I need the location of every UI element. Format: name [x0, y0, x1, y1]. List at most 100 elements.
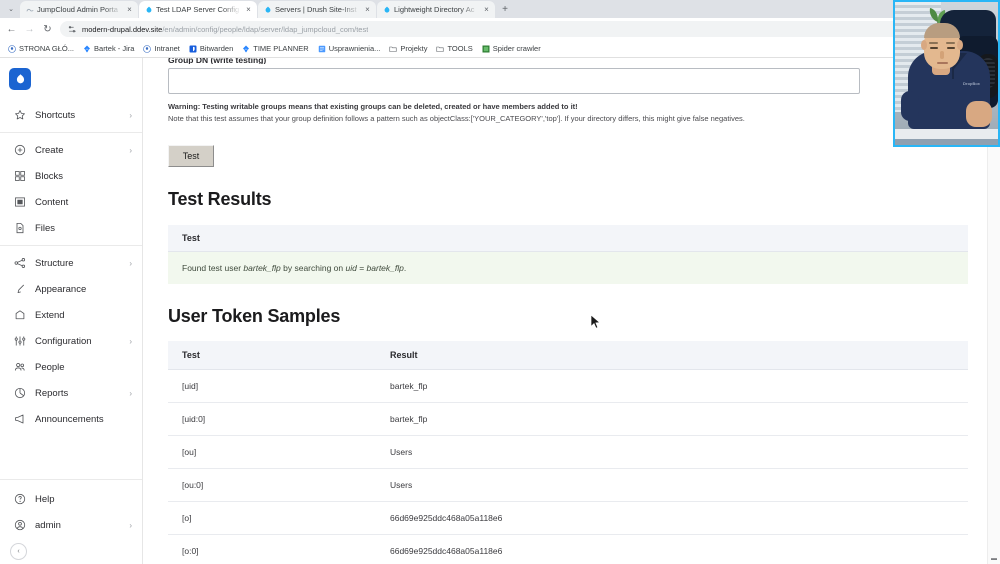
table-row: [uid] bartek_flp — [168, 369, 968, 403]
paintbrush-icon — [17, 284, 25, 294]
sidebar-item-files[interactable]: Files — [0, 215, 142, 241]
drupal-favicon — [146, 6, 152, 13]
tab-title: Servers | Drush Site-Inst — [275, 5, 357, 14]
main-content: Group DN (write testing) Warning: Testin… — [143, 58, 1000, 564]
sidebar-item-appearance[interactable]: Appearance — [0, 276, 142, 302]
test-submit-button[interactable]: Test — [168, 145, 214, 167]
bookmark-time-planner[interactable]: TIME PLANNER — [238, 43, 312, 54]
sidebar-item-reports[interactable]: Reports › — [0, 380, 142, 406]
structure-icon — [14, 258, 26, 268]
sidebar-item-create[interactable]: Create › — [0, 137, 142, 163]
new-tab-button[interactable]: + — [496, 1, 514, 18]
sidebar-item-shortcuts[interactable]: Shortcuts › — [0, 102, 142, 128]
star-icon — [15, 110, 25, 120]
browser-tab-servers-drush[interactable]: Servers | Drush Site-Inst × — [258, 1, 376, 18]
table-head: Test Result — [168, 341, 968, 370]
bookmark-intranet[interactable]: Intranet — [139, 43, 183, 54]
group-dn-input[interactable] — [168, 68, 860, 94]
table-body: [uid] bartek_flp [uid:0] bartek_flp [ou]… — [168, 369, 968, 564]
scrollbar-down-arrow[interactable]: ▬ — [991, 556, 997, 562]
browser-tab-lightweight-directory[interactable]: Lightweight Directory Ac × — [377, 1, 495, 18]
tab-search-icon[interactable]: ⌄ — [2, 0, 20, 18]
table-row: [o] 66d69e925ddc468a05a118e6 — [168, 501, 968, 535]
sidebar-item-announcements[interactable]: Announcements — [0, 406, 142, 432]
token-result-cell: 66d69e925ddc468a05a118e6 — [376, 534, 968, 564]
desk-edge — [895, 139, 998, 145]
bookmark-label: TOOLS — [447, 44, 473, 53]
sidebar-item-label: Appearance — [35, 283, 87, 295]
result-user: bartek_flp — [243, 263, 281, 273]
sidebar-item-people[interactable]: People — [0, 354, 142, 380]
sidebar-item-label: People — [35, 361, 65, 373]
bookmark-spider-crawler[interactable]: Spider crawler — [478, 43, 545, 54]
address-bar[interactable]: modern-drupal.ddev.site/en/admin/config/… — [60, 21, 914, 37]
sidebar-item-label: Structure — [35, 257, 74, 269]
forward-icon[interactable]: → — [24, 24, 35, 35]
drupal-logo[interactable] — [9, 68, 31, 90]
tab-close-icon[interactable]: × — [125, 5, 134, 14]
result-text-middle: by searching on — [280, 263, 346, 273]
token-test-cell: [uid] — [168, 369, 376, 403]
mouse-cursor — [590, 314, 601, 329]
chevron-right-icon: › — [129, 520, 132, 530]
result-value: bartek_flp — [366, 263, 404, 273]
token-result-cell: Users — [376, 435, 968, 469]
megaphone-icon — [15, 414, 24, 424]
bookmark-label: Projekty — [400, 44, 428, 53]
people-icon — [14, 362, 25, 371]
browser-tab-jumpcloud[interactable]: JumpCloud Admin Porta × — [20, 1, 138, 18]
green-square-icon — [482, 45, 490, 52]
person-left-arm — [901, 91, 919, 121]
reload-icon[interactable]: ↻ — [42, 24, 53, 35]
extend-icon — [15, 310, 25, 320]
tab-close-icon[interactable]: × — [363, 5, 372, 14]
group-dn-label: Group DN (write testing) — [168, 58, 267, 64]
result-text-before: Found test user — [182, 263, 244, 273]
sidebar-item-label: Announcements — [35, 413, 104, 425]
token-result-cell: bartek_flp — [376, 402, 968, 436]
token-test-cell: [o] — [168, 501, 376, 535]
admin-sidebar: Shortcuts › Create › Blocks Content File… — [0, 58, 143, 564]
sidebar-item-extend[interactable]: Extend — [0, 302, 142, 328]
jumpcloud-favicon — [26, 8, 34, 11]
tab-close-icon[interactable]: × — [482, 5, 491, 14]
jira-icon — [243, 45, 250, 52]
sidebar-group-admin: Structure › Appearance Extend Configurat… — [0, 245, 142, 436]
files-icon — [16, 222, 24, 234]
sidebar-item-label: Blocks — [35, 170, 63, 182]
sidebar-item-structure[interactable]: Structure › — [0, 250, 142, 276]
browser-tab-test-ldap-server-config[interactable]: Test LDAP Server Config × — [139, 1, 257, 18]
bookmark-label: TIME PLANNER — [253, 44, 309, 53]
bookmark-label: Intranet — [154, 44, 180, 53]
tab-strip: ⌄ JumpCloud Admin Porta × Test LDAP Serv… — [0, 0, 1000, 18]
content-icon — [15, 197, 25, 207]
bookmark-projekty[interactable]: Projekty — [385, 43, 431, 54]
bookmark-bartek-jira[interactable]: Bartek - Jira — [79, 43, 138, 54]
tab-close-icon[interactable]: × — [244, 5, 253, 14]
sidebar-item-content[interactable]: Content — [0, 189, 142, 215]
sidebar-item-admin-account[interactable]: admin › — [0, 512, 142, 538]
table-row: [o:0] 66d69e925ddc468a05a118e6 — [168, 534, 968, 564]
bookmark-tools[interactable]: TOOLS — [432, 43, 476, 54]
sidebar-group-content: Create › Blocks Content Files — [0, 132, 142, 245]
back-icon[interactable]: ← — [6, 24, 17, 35]
address-bar-url: modern-drupal.ddev.site/en/admin/config/… — [82, 25, 368, 34]
writable-groups-note: Note that this test assumes that your gr… — [168, 114, 745, 123]
drupal-favicon — [265, 6, 271, 13]
column-header-result: Result — [376, 341, 968, 370]
person-right-eye — [947, 47, 955, 49]
site-settings-icon[interactable] — [68, 25, 77, 34]
sidebar-item-label: Configuration — [35, 335, 92, 347]
bookmark-bitwarden[interactable]: Bitwarden — [185, 43, 237, 54]
bookmark-usprawnienia[interactable]: Usprawnienia... — [314, 43, 385, 54]
blocks-icon — [15, 171, 25, 181]
sidebar-item-help[interactable]: Help — [0, 486, 142, 512]
sidebar-collapse-button[interactable]: ‹ — [10, 543, 27, 560]
sidebar-item-configuration[interactable]: Configuration › — [0, 328, 142, 354]
bookmark-strona-glowna[interactable]: STRONA GŁÓ... — [4, 43, 78, 54]
person-right-hand — [966, 101, 992, 127]
sidebar-item-label: Extend — [35, 309, 65, 321]
sidebar-item-blocks[interactable]: Blocks — [0, 163, 142, 189]
bookmark-label: Usprawnienia... — [328, 44, 381, 53]
sidebar-item-label: Files — [35, 222, 56, 234]
